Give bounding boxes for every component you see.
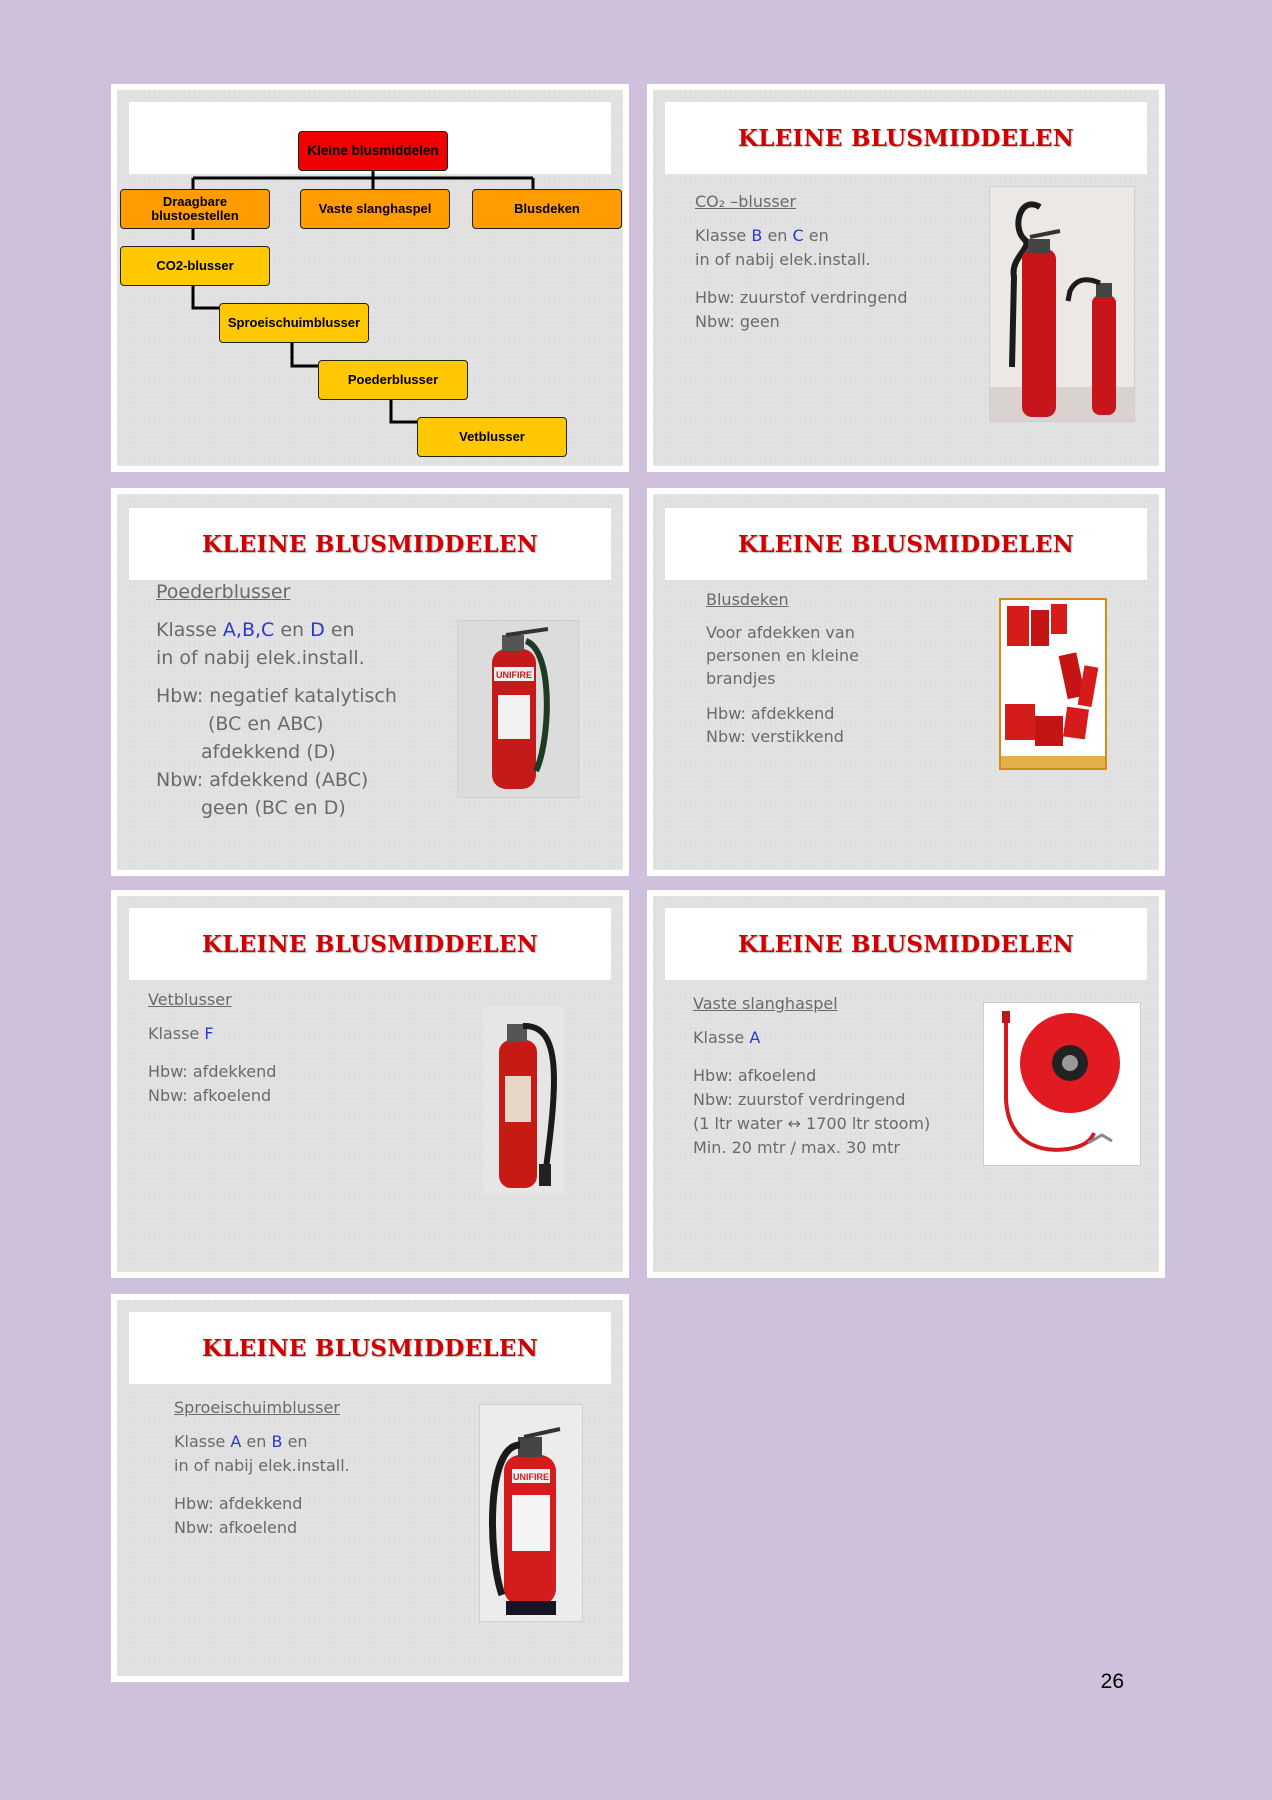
hbw-line-2: (BC en ABC): [208, 713, 324, 735]
nbw-line: Nbw: afkoelend: [174, 1518, 298, 1537]
hbw-line-3: afdekkend (D): [201, 741, 336, 763]
title-band: KLEINE BLUSMIDDELEN: [129, 908, 611, 980]
slide-background: KLEINE BLUSMIDDELEN Poederblusser Klasse…: [117, 494, 623, 870]
slide-body: Poederblusser Klasse A,B,C en D en in of…: [156, 578, 397, 822]
install-line: in of nabij elek.install.: [156, 647, 365, 669]
slide-background: KLEINE BLUSMIDDELEN Blusdeken Voor afdek…: [653, 494, 1159, 870]
slide-body: Sproeischuimblusser Klasse A en B en in …: [174, 1396, 350, 1540]
slide-background: KLEINE BLUSMIDDELEN Sproeischuimblusser …: [117, 1300, 623, 1676]
slide-co2: KLEINE BLUSMIDDELEN CO₂ –blusser Klasse …: [647, 84, 1165, 472]
klasse-line: Klasse A: [693, 1028, 761, 1047]
foam-extinguisher-photo: UNIFIRE: [479, 1404, 583, 1622]
slide-title: KLEINE BLUSMIDDELEN: [201, 1334, 539, 1362]
slide-blusdeken: KLEINE BLUSMIDDELEN Blusdeken Voor afdek…: [647, 488, 1165, 876]
desc-line-2: personen en kleine: [706, 646, 859, 665]
ratio-line: (1 ltr water ↔ 1700 ltr stoom): [693, 1114, 931, 1133]
hbw-line: Hbw: afdekkend: [706, 704, 835, 723]
chart-node-co2: CO2-blusser: [120, 246, 270, 286]
slide-vetblusser: KLEINE BLUSMIDDELEN Vetblusser Klasse F …: [111, 890, 629, 1278]
slide-heading: CO₂ –blusser: [695, 192, 797, 211]
length-line: Min. 20 mtr / max. 30 mtr: [693, 1138, 900, 1157]
chart-node-blusdeken: Blusdeken: [472, 189, 622, 229]
slide-body: Blusdeken Voor afdekken van personen en …: [706, 588, 859, 748]
fat-extinguisher-image: [483, 1006, 565, 1194]
hbw-line: Hbw: zuurstof verdringend: [695, 288, 908, 307]
co2-extinguisher-photo: [989, 186, 1135, 422]
nbw-line: Nbw: geen: [695, 312, 780, 331]
slide-background: Kleine blusmiddelen Draagbare blustoeste…: [117, 90, 623, 466]
hose-reel-photo: [983, 1002, 1141, 1166]
fat-extinguisher-photo: [483, 1006, 565, 1194]
foam-extinguisher-image: UNIFIRE: [480, 1405, 582, 1621]
klasse-line: Klasse A en B en: [174, 1432, 308, 1451]
slide-heading: Vetblusser: [148, 990, 232, 1009]
desc-line-1: Voor afdekken van: [706, 623, 855, 642]
slide-title: KLEINE BLUSMIDDELEN: [737, 930, 1075, 958]
nbw-line: Nbw: afdekkend (ABC): [156, 769, 369, 791]
klasse-line: Klasse F: [148, 1024, 214, 1043]
slide-heading: Poederblusser: [156, 581, 291, 603]
slide-title: KLEINE BLUSMIDDELEN: [737, 530, 1075, 558]
slide-body: Vaste slanghaspel Klasse A Hbw: afkoelen…: [693, 992, 930, 1160]
photo-brand-label: UNIFIRE: [513, 1472, 549, 1482]
powder-extinguisher-photo: UNIFIRE: [457, 620, 579, 798]
hbw-line: Hbw: negatief katalytisch: [156, 685, 397, 707]
fire-blanket-image: [1001, 600, 1105, 768]
desc-line-3: brandjes: [706, 669, 776, 688]
slide-poederblusser: KLEINE BLUSMIDDELEN Poederblusser Klasse…: [111, 488, 629, 876]
klasse-line: Klasse A,B,C en D en: [156, 619, 355, 641]
title-band: KLEINE BLUSMIDDELEN: [129, 508, 611, 580]
chart-root-node: Kleine blusmiddelen: [298, 131, 448, 171]
slide-vaste-slanghaspel: KLEINE BLUSMIDDELEN Vaste slanghaspel Kl…: [647, 890, 1165, 1278]
powder-extinguisher-image: UNIFIRE: [458, 621, 578, 797]
klasse-line: Klasse B en C en: [695, 226, 829, 245]
hbw-line: Hbw: afkoelend: [693, 1066, 817, 1085]
slide-background: KLEINE BLUSMIDDELEN Vaste slanghaspel Kl…: [653, 896, 1159, 1272]
hbw-line: Hbw: afdekkend: [174, 1494, 303, 1513]
co2-extinguisher-image: [990, 187, 1134, 421]
slide-heading: Vaste slanghaspel: [693, 994, 838, 1013]
title-band: KLEINE BLUSMIDDELEN: [665, 508, 1147, 580]
photo-brand-label: UNIFIRE: [496, 670, 532, 680]
nbw-line: Nbw: verstikkend: [706, 727, 844, 746]
slide-sproeischuimblusser: KLEINE BLUSMIDDELEN Sproeischuimblusser …: [111, 1294, 629, 1682]
chart-node-slanghaspel: Vaste slanghaspel: [300, 189, 450, 229]
slide-body: Vetblusser Klasse F Hbw: afdekkend Nbw: …: [148, 988, 276, 1108]
slide-background: KLEINE BLUSMIDDELEN Vetblusser Klasse F …: [117, 896, 623, 1272]
slide-heading: Blusdeken: [706, 590, 789, 609]
slide-title: KLEINE BLUSMIDDELEN: [201, 930, 539, 958]
fire-blanket-photo: [999, 598, 1107, 770]
install-line: in of nabij elek.install.: [174, 1456, 350, 1475]
slide-title: KLEINE BLUSMIDDELEN: [737, 124, 1075, 152]
title-band: KLEINE BLUSMIDDELEN: [665, 908, 1147, 980]
nbw-line-2: geen (BC en D): [201, 797, 346, 819]
slide-heading: Sproeischuimblusser: [174, 1398, 340, 1417]
install-line: in of nabij elek.install.: [695, 250, 871, 269]
hbw-line: Hbw: afdekkend: [148, 1062, 277, 1081]
hose-reel-image: [984, 1003, 1140, 1165]
title-band: KLEINE BLUSMIDDELEN: [129, 1312, 611, 1384]
slide-org-chart: Kleine blusmiddelen Draagbare blustoeste…: [111, 84, 629, 472]
chart-node-vet: Vetblusser: [417, 417, 567, 457]
chart-node-sproeischuim: Sproeischuimblusser: [219, 303, 369, 343]
slide-body: CO₂ –blusser Klasse B en C en in of nabi…: [695, 190, 907, 334]
slide-background: KLEINE BLUSMIDDELEN CO₂ –blusser Klasse …: [653, 90, 1159, 466]
nbw-line: Nbw: afkoelend: [148, 1086, 272, 1105]
chart-node-draagbare: Draagbare blustoestellen: [120, 189, 270, 229]
nbw-line: Nbw: zuurstof verdringend: [693, 1090, 906, 1109]
page-number: 26: [1100, 1670, 1124, 1693]
chart-node-poeder: Poederblusser: [318, 360, 468, 400]
slide-title: KLEINE BLUSMIDDELEN: [201, 530, 539, 558]
title-band: KLEINE BLUSMIDDELEN: [665, 102, 1147, 174]
